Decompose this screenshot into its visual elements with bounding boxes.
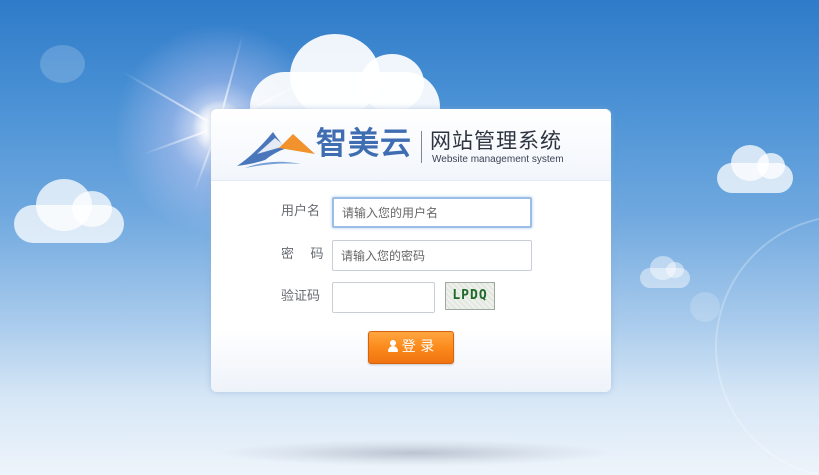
cloud-decoration — [717, 145, 793, 193]
bokeh-decoration — [690, 292, 720, 322]
login-form: 用户名 密 码 验证码 LPDQ 登 录 — [211, 181, 611, 392]
captcha-image[interactable]: LPDQ — [445, 282, 495, 310]
captcha-label: 验证码 — [281, 289, 321, 304]
brand-divider — [421, 131, 422, 163]
brand-title: 网站管理系统 — [430, 129, 562, 153]
mountain-logo-icon — [237, 132, 315, 168]
username-label: 用户名 — [281, 204, 321, 219]
panel-shadow — [222, 440, 607, 466]
login-panel: 智美云 网站管理系统 Website management system 用户名… — [211, 109, 611, 392]
bokeh-decoration — [40, 45, 85, 83]
password-label: 密 码 — [281, 247, 324, 262]
login-page: 智美云 网站管理系统 Website management system 用户名… — [0, 0, 819, 475]
captcha-input[interactable] — [332, 282, 435, 313]
arc-decoration — [715, 215, 819, 475]
brand-name: 智美云 — [316, 126, 412, 162]
username-input[interactable] — [332, 197, 532, 228]
user-icon — [387, 340, 398, 352]
cloud-decoration — [14, 179, 124, 243]
login-button-label: 登 录 — [401, 339, 435, 355]
password-input[interactable] — [332, 240, 532, 271]
login-button[interactable]: 登 录 — [368, 331, 454, 364]
brand-subtitle: Website management system — [432, 154, 564, 165]
panel-header: 智美云 网站管理系统 Website management system — [211, 109, 611, 181]
cloud-decoration — [640, 256, 690, 288]
